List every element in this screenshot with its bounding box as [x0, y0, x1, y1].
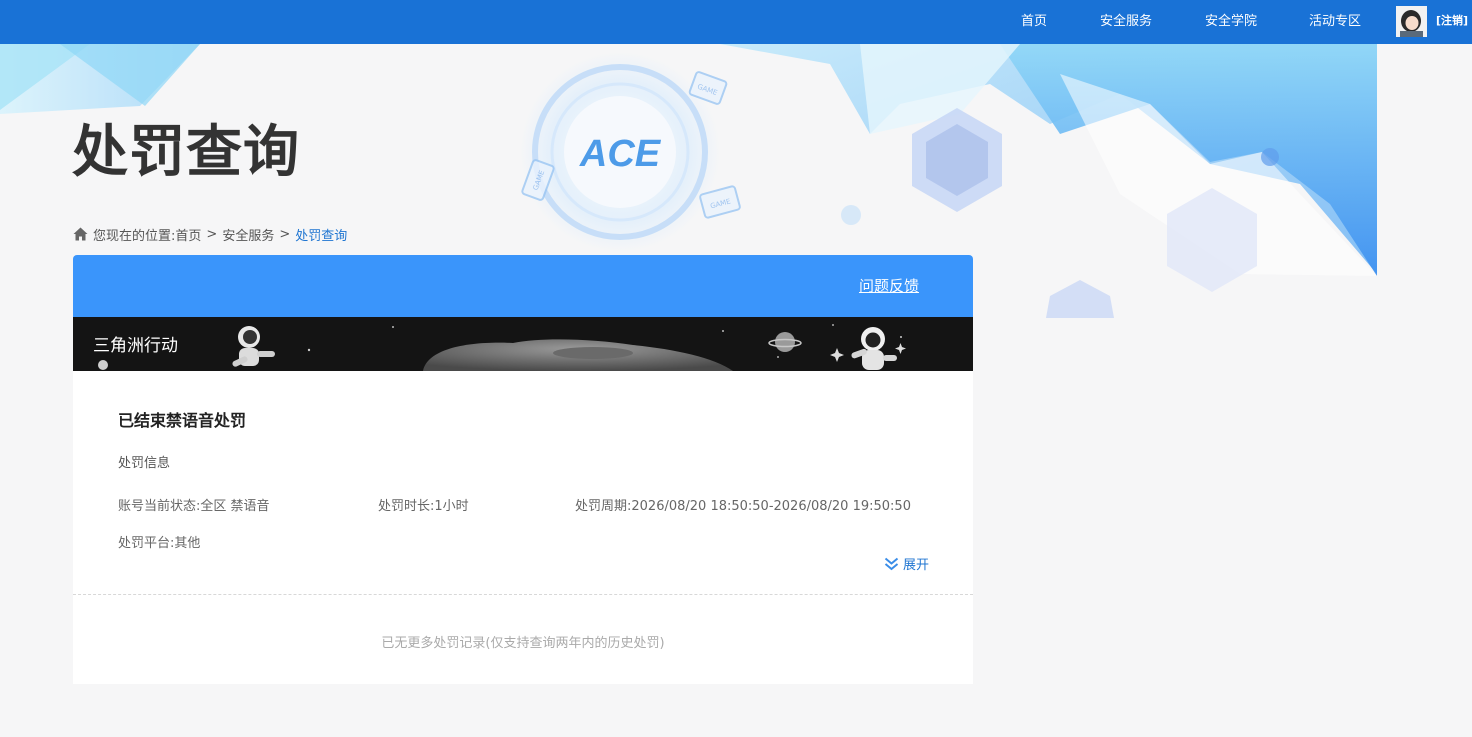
avatar-image — [1396, 6, 1427, 37]
breadcrumb-current: 处罚查询 — [295, 228, 348, 244]
svg-text:ACE: ACE — [579, 133, 662, 175]
breadcrumb: 您现在的位置: 首页 > 安全服务 > 处罚查询 — [73, 225, 348, 244]
penalty-platform: 处罚平台:其他 — [118, 536, 201, 551]
penalty-record-card: 问题反馈 三角洲行动 已结束禁语音处罚 处罚信息 账号当前状态:全区 禁语音 处… — [73, 255, 973, 684]
divider — [73, 594, 973, 595]
logout-link[interactable]: [注销] — [1436, 0, 1468, 44]
top-navigation-bar: 首页 安全服务 安全学院 活动专区 [注销] — [0, 0, 1472, 44]
double-chevron-down-icon — [884, 557, 899, 570]
penalty-duration: 处罚时长:1小时 — [378, 499, 469, 514]
nav-item-events[interactable]: 活动专区 — [1309, 0, 1361, 44]
avatar[interactable] — [1396, 6, 1427, 37]
penalty-info-label: 处罚信息 — [118, 456, 171, 471]
nav-item-security-academy[interactable]: 安全学院 — [1205, 0, 1257, 44]
breadcrumb-prefix: 您现在的位置: — [93, 228, 176, 244]
expand-label: 展开 — [902, 558, 929, 573]
breadcrumb-home[interactable]: 首页 — [175, 225, 201, 244]
feedback-link[interactable]: 问题反馈 — [859, 275, 919, 296]
page-title: 处罚查询 — [72, 120, 300, 185]
home-icon — [73, 227, 88, 241]
record-title: 已结束禁语音处罚 — [118, 411, 247, 430]
game-name: 三角洲行动 — [93, 336, 178, 356]
game-banner: 三角洲行动 — [73, 317, 973, 371]
breadcrumb-security-services[interactable]: 安全服务 — [222, 225, 274, 244]
game-banner-artwork — [73, 317, 973, 371]
no-more-records-text: 已无更多处罚记录(仅支持查询两年内的历史处罚) — [381, 636, 665, 651]
card-header: 问题反馈 — [73, 255, 973, 317]
nav-item-security-services[interactable]: 安全服务 — [1100, 0, 1152, 44]
nav-item-home[interactable]: 首页 — [1021, 0, 1047, 44]
expand-button[interactable]: 展开 — [884, 554, 929, 573]
penalty-period: 处罚周期:2026/08/20 18:50:50-2026/08/20 19:5… — [575, 499, 911, 514]
account-status: 账号当前状态:全区 禁语音 — [118, 499, 270, 514]
breadcrumb-separator: > — [279, 226, 291, 242]
breadcrumb-separator: > — [206, 226, 218, 242]
